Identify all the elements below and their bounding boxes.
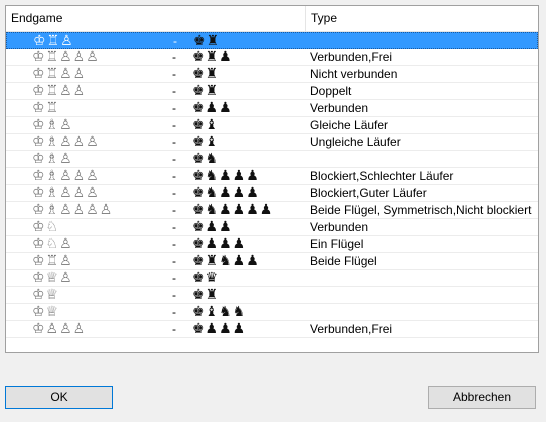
list-item[interactable]: ♔♗♙♙♙ - ♚♞♟♟♟ Blockiert,Guter Läufer [6,185,538,202]
white-pieces: ♔♖♙ [33,33,74,49]
white-pieces: ♔♖♙♙♙ [32,49,100,65]
black-pieces: ♚♝ [192,117,220,133]
black-pieces: ♚♞ [192,151,220,167]
endgame-list[interactable]: Endgame Type ♔♖♙ - ♚♜ ♔♖♙♙♙ - ♚♜♟ Verbunden,Fr… [5,5,539,353]
white-pieces: ♔♖♙ [32,253,73,269]
list-item[interactable]: ♔♖♙ - ♚♜ [6,32,538,49]
separator-dash: - [172,50,176,64]
white-pieces: ♔♕ [32,287,60,303]
white-pieces: ♔♖ [32,100,60,116]
black-pieces: ♚♟♟ [192,219,233,235]
separator-dash: - [172,271,176,285]
black-pieces: ♚♟♟♟ [192,236,247,252]
white-pieces: ♔♖♙♙ [32,66,87,82]
list-item[interactable]: ♔♖♙♙ - ♚♜ Nicht verbunden [6,66,538,83]
list-item[interactable]: ♔♗♙ - ♚♞ [6,151,538,168]
white-pieces: ♔♖♙♙ [32,83,87,99]
white-pieces: ♔♙♙♙ [32,321,87,337]
list-item[interactable]: ♔♖ - ♚♟♟ Verbunden [6,100,538,117]
type-cell: Verbunden [310,101,369,115]
list-item[interactable]: ♔♕♙ - ♚♛ [6,270,538,287]
separator-dash: - [172,118,176,132]
black-pieces: ♚♜ [192,66,220,82]
list-item[interactable]: ♔♗♙♙♙ - ♚♝ Ungleiche Läufer [6,134,538,151]
list-item[interactable]: ♔♗♙♙♙♙ - ♚♞♟♟♟♟ Beide Flügel, Symmetrisch,N… [6,202,538,219]
type-cell: Verbunden,Frei [310,50,393,64]
black-pieces: ♚♜ [192,83,220,99]
type-cell: Verbunden [310,220,369,234]
white-pieces: ♔♗♙♙♙ [32,168,100,184]
type-cell: Gleiche Läufer [310,118,389,132]
list-item[interactable]: ♔♗♙♙♙ - ♚♞♟♟♟ Blockiert,Schlechter Läufer [6,168,538,185]
list-item[interactable]: ♔♘♙ - ♚♟♟♟ Ein Flügel [6,236,538,253]
black-pieces: ♚♛ [192,270,220,286]
black-pieces: ♚♞♟♟♟♟ [192,202,274,218]
separator-dash: - [172,237,176,251]
separator-dash: - [172,288,176,302]
separator-dash: - [172,203,176,217]
list-item[interactable]: ♔♖♙♙ - ♚♜ Doppelt [6,83,538,100]
list-item[interactable]: ♔♕ - ♚♝♞♞ [6,304,538,321]
list-body: ♔♖♙ - ♚♜ ♔♖♙♙♙ - ♚♜♟ Verbunden,Frei ♔♖♙♙ - ♚♜ Nich… [6,32,538,338]
type-cell: Ein Flügel [310,237,364,251]
separator-dash: - [172,84,176,98]
black-pieces: ♚♝ [192,134,220,150]
black-pieces: ♚♜ [192,287,220,303]
type-cell: Blockiert,Guter Läufer [310,186,427,200]
white-pieces: ♔♕ [32,304,60,320]
type-cell: Beide Flügel [310,254,377,268]
type-cell: Ungleiche Läufer [310,135,401,149]
type-cell: Verbunden,Frei [310,322,393,336]
white-pieces: ♔♘♙ [32,236,73,252]
type-cell: Nicht verbunden [310,67,398,81]
white-pieces: ♔♗♙♙♙♙ [32,202,114,218]
white-pieces: ♔♗♙ [32,151,73,167]
type-cell: Beide Flügel, Symmetrisch,Nicht blockier… [310,203,532,217]
separator-dash: - [172,101,176,115]
list-item[interactable]: ♔♗♙ - ♚♝ Gleiche Läufer [6,117,538,134]
type-cell: Doppelt [310,84,352,98]
list-item[interactable]: ♔♕ - ♚♜ [6,287,538,304]
white-pieces: ♔♗♙ [32,117,73,133]
black-pieces: ♚♜♞♟♟ [192,253,260,269]
separator-dash: - [172,220,176,234]
black-pieces: ♚♜ [193,33,221,49]
white-pieces: ♔♘ [32,219,60,235]
separator-dash: - [172,67,176,81]
list-header: Endgame Type [6,6,538,32]
ok-button[interactable]: OK [5,386,113,409]
list-item[interactable]: ♔♙♙♙ - ♚♟♟♟ Verbunden,Frei [6,321,538,338]
separator-dash: - [172,322,176,336]
separator-dash: - [172,152,176,166]
black-pieces: ♚♝♞♞ [192,304,247,320]
list-item[interactable]: ♔♘ - ♚♟♟ Verbunden [6,219,538,236]
list-item[interactable]: ♔♖♙ - ♚♜♞♟♟ Beide Flügel [6,253,538,270]
black-pieces: ♚♟♟ [192,100,233,116]
black-pieces: ♚♟♟♟ [192,321,247,337]
separator-dash: - [172,135,176,149]
black-pieces: ♚♜♟ [192,49,233,65]
separator-dash: - [172,169,176,183]
white-pieces: ♔♕♙ [32,270,73,286]
white-pieces: ♔♗♙♙♙ [32,185,100,201]
cancel-button[interactable]: Abbrechen [428,386,536,409]
separator-dash: - [172,254,176,268]
list-item[interactable]: ♔♖♙♙♙ - ♚♜♟ Verbunden,Frei [6,49,538,66]
type-cell: Blockiert,Schlechter Läufer [310,169,454,183]
column-header-type[interactable]: Type [306,6,538,31]
black-pieces: ♚♞♟♟♟ [192,185,260,201]
column-header-endgame[interactable]: Endgame [6,6,306,31]
separator-dash: - [172,186,176,200]
separator-dash: - [173,34,177,48]
white-pieces: ♔♗♙♙♙ [32,134,100,150]
separator-dash: - [172,305,176,319]
black-pieces: ♚♞♟♟♟ [192,168,260,184]
